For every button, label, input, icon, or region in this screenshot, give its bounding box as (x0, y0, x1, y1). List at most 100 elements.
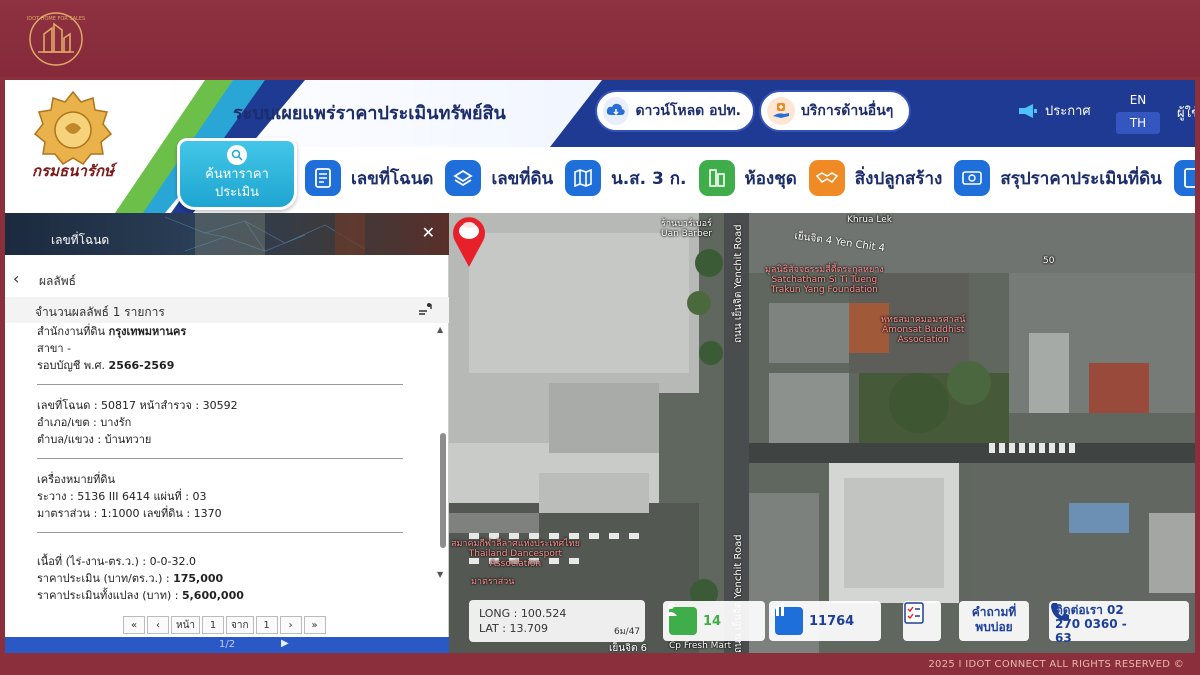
page-title: ระบบเผยแพร่ราคาประเมินทรัพย์สิน (233, 103, 506, 124)
announce-label: ประกาศ (1045, 104, 1091, 119)
map-label-temple: พุทธสมาคมอมรศาสน์ Amonsat Buddhist Assoc… (881, 315, 966, 345)
deed-icon (305, 160, 341, 196)
layers-icon (445, 160, 482, 196)
divider (37, 458, 403, 459)
faq-line2: พบบ่อย (975, 620, 1013, 634)
services-label: บริการด้านอื่นๆ (801, 103, 894, 119)
nav-construction-label: สิ่งปลูกสร้าง (854, 168, 943, 189)
lang-th-button[interactable]: TH (1116, 112, 1160, 134)
copyright-text: 2025 I IDOT CONNECT ALL RIGHTS RESERVED … (928, 659, 1184, 670)
announce-button[interactable]: ประกาศ (1017, 100, 1091, 121)
sort-icon[interactable] (417, 301, 433, 317)
footer-next-arrow-icon[interactable]: ▶ (281, 638, 289, 649)
download-label: ดาวน์โหลด อปท. (635, 103, 741, 119)
page-total: 1 (255, 616, 278, 634)
treasury-seal-logo: กรมธนารักษ์ (32, 90, 118, 180)
scroll-up-arrow-icon[interactable]: ▲ (437, 325, 443, 334)
nav-summary[interactable]: สรุปราคาประเมินที่ดิน (954, 160, 1162, 196)
nav-condo[interactable]: ห้องชุด (698, 160, 797, 196)
pagination: « ‹ หน้า 1 จาก 1 › » (123, 616, 326, 634)
bottom-band: 2025 I IDOT CONNECT ALL RIGHTS RESERVED … (0, 655, 1200, 675)
satellite-map[interactable]: ร้านบาร์เบอร์ Uan Barber Khrua Lek เย็นจ… (449, 213, 1195, 653)
panel-footer-bar: 1/2 ▶ (5, 637, 449, 653)
cycle-value: 2566-2569 (108, 359, 175, 372)
district-row: อำเภอ/เขต : บางรัก (37, 416, 132, 429)
location-pin-icon[interactable] (449, 213, 489, 269)
app-frame: ระบบเผยแพร่ราคาประเมินทรัพย์สิน ดาวน์โหล… (5, 80, 1195, 653)
page-last-button[interactable]: » (303, 616, 326, 634)
branch-row: สาขา - (37, 342, 72, 355)
page-input[interactable]: 1 (202, 616, 225, 634)
lang-en-button[interactable]: EN (1116, 90, 1160, 110)
cloud-download-icon (603, 97, 630, 125)
top-band: IDOT HOME FOR SALES (0, 0, 1200, 77)
faq-button[interactable]: คำถามที่ พบบ่อย (959, 601, 1029, 641)
search-badge-line2: ประเมิน (214, 185, 260, 200)
result-count: จำนวนผลลัพธ์ 1 รายการ (35, 305, 165, 319)
map-house-number: 50 (1043, 256, 1055, 266)
survey-row: ระวาง : 5136 III 6414 แผ่นที่ : 03 (37, 490, 207, 503)
nav-land-number[interactable]: เลขที่ดิน (445, 160, 553, 196)
page-first-button[interactable]: « (123, 616, 145, 634)
checklist-icon (904, 602, 924, 624)
latitude-label: LAT : 13.709 (479, 622, 548, 635)
back-label[interactable]: ผลลัพธ์ (39, 272, 76, 291)
back-chevron-icon[interactable]: ‹ (13, 269, 19, 288)
nav-ns3k[interactable]: น.ส. 3 ก. (565, 160, 687, 196)
map-street-yenchit-road: ถนน เย็นจิต Yenchit Road (733, 224, 744, 343)
nav-construction[interactable]: สิ่งปลูกสร้าง (808, 160, 943, 196)
page-prev-button[interactable]: ‹ (147, 616, 169, 634)
search-badge-line1: ค้นหาราคา (205, 167, 269, 182)
total-views-count: 11764 (809, 613, 855, 629)
brand-ring-text: IDOT HOME FOR SALES (27, 16, 85, 22)
map-label-foundation: มูลนิธิสัจจธรรมสี่ตี้ตระกูลหยาง Satchath… (765, 265, 884, 295)
landmark-title: เครื่องหมายที่ดิน (37, 473, 116, 486)
page-of-word: จาก (226, 616, 254, 634)
cycle-row: รอบบัญชี พ.ศ. 2566-2569 (37, 359, 175, 372)
header: ระบบเผยแพร่ราคาประเมินทรัพย์สิน ดาวน์โหล… (5, 80, 1195, 213)
online-users-stat: 14 (663, 601, 765, 641)
checklist-button[interactable] (903, 601, 941, 641)
close-icon[interactable]: ✕ (422, 223, 435, 242)
office-value: กรุงเทพมหานคร (108, 325, 187, 338)
download-button[interactable]: ดาวน์โหลด อปท. (595, 90, 755, 132)
contact-button[interactable]: ติดต่อเรา 02 270 0360 - 63 (1049, 601, 1189, 645)
result-detail: สำนักงานที่ดิน กรุงเทพมหานคร สาขา - รอบบ… (37, 323, 405, 613)
nav-more[interactable] (1173, 160, 1195, 196)
page-next-button[interactable]: › (279, 616, 302, 634)
building-icon (698, 160, 735, 196)
user-icon (665, 603, 697, 635)
services-button[interactable]: บริการด้านอื่นๆ (759, 90, 911, 132)
scale-row: มาตราส่วน : 1:1000 เลขที่ดิน : 1370 (37, 507, 222, 520)
scroll-down-arrow-icon[interactable]: ▼ (437, 570, 443, 579)
map-label-scale-partial: มาตราส่วน (471, 577, 515, 587)
map-label-khrua-lek: Khrua Lek (847, 215, 892, 225)
divider (37, 532, 403, 533)
total-value: 5,600,000 (181, 589, 244, 602)
office-row: สำนักงานที่ดิน กรุงเทพมหานคร (37, 325, 187, 338)
online-users-count: 14 (703, 613, 722, 629)
user-link[interactable]: ผู้ใช้ (1177, 102, 1195, 123)
zoom-readout: 6ม/47 (614, 627, 641, 637)
scrollbar-thumb[interactable] (440, 433, 446, 548)
phone-icon (1051, 603, 1069, 621)
map-label-cp-fresh: Cp Fresh Mart (669, 641, 732, 651)
faq-line1: คำถามที่ (971, 605, 1017, 619)
result-panel: เลขที่โฉนด ✕ ‹ ผลลัพธ์ จำนวนผลลัพธ์ 1 รา… (5, 213, 449, 653)
area-row: เนื้อที่ (ไร่-งาน-ตร.ว.) : 0-0-32.0 (37, 555, 197, 568)
price-value: 175,000 (173, 572, 224, 585)
deed-row: เลขที่โฉนด : 50817 หน้าสำรวจ : 30592 (37, 399, 238, 412)
divider (37, 384, 403, 385)
handshake-icon (808, 160, 845, 196)
seal-text: กรมธนารักษ์ (32, 162, 118, 180)
search-appraisal-button[interactable]: ค้นหาราคา ประเมิน (177, 138, 297, 210)
document-icon (1173, 160, 1195, 196)
bar-chart-icon (771, 603, 803, 635)
longitude-label: LONG : 100.524 (479, 607, 567, 620)
nav-land-label: เลขที่ดิน (491, 168, 554, 189)
brand-logo: IDOT HOME FOR SALES (27, 12, 85, 66)
price-row: ราคาประเมิน (บาท/ตร.ว.) : 175,000 (37, 572, 224, 585)
nav-deed-number[interactable]: เลขที่โฉนด (305, 160, 433, 196)
nav-ns3k-label: น.ส. 3 ก. (611, 168, 687, 189)
service-hand-icon (767, 97, 795, 125)
